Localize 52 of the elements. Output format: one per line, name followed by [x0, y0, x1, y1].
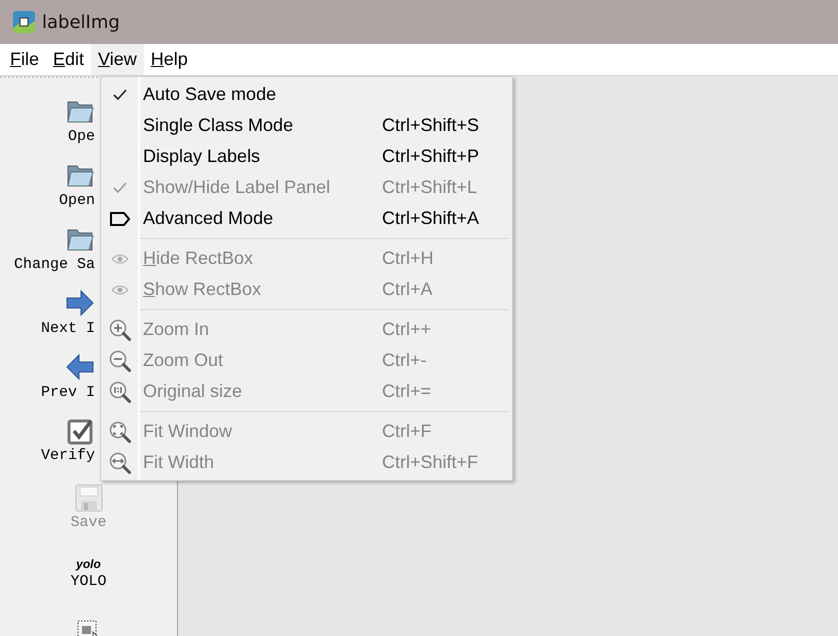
checkbox-icon	[67, 416, 95, 444]
menu-item[interactable]: Help	[144, 44, 195, 75]
zoom-out-icon	[108, 348, 132, 372]
actual-size-icon	[108, 380, 132, 404]
toolbar-button[interactable]: Change Sa	[14, 256, 95, 272]
shortcut-label: Ctrl+A	[382, 279, 434, 300]
shortcut-label: Ctrl+Shift+F	[382, 452, 480, 473]
menu-item-label: Display Labels	[142, 146, 262, 167]
toolbar-button[interactable]: Next I	[40, 320, 95, 336]
shortcut-label: Ctrl+=	[382, 381, 432, 402]
menu-item-label: Fit Window	[142, 421, 234, 442]
shortcut-label: Ctrl+F	[382, 421, 432, 442]
shortcut-label: Ctrl+Shift+L	[382, 177, 478, 198]
tag-shape-icon	[108, 210, 130, 226]
menu-item-label: Zoom Out	[142, 350, 224, 371]
shortcut-label: Ctrl+-	[382, 350, 428, 371]
menu-item-label: Show RectBox	[142, 279, 262, 300]
right-arrow-icon	[65, 288, 95, 318]
toolbar-button[interactable]: Prev I	[40, 384, 95, 400]
menu-item[interactable]: Single Class Mode Ctrl+Shift+S	[101, 110, 512, 141]
menu-item-label: Fit Width	[142, 452, 216, 473]
toolbar-button[interactable]: YOLO	[70, 572, 106, 590]
fit-width-icon	[108, 450, 132, 474]
shortcut-label: Ctrl++	[382, 319, 432, 340]
menu-item-label: Original size	[142, 381, 244, 402]
left-arrow-icon	[65, 352, 95, 382]
shortcut-label: Ctrl+Shift+A	[382, 208, 480, 229]
zoom-in-icon	[108, 318, 132, 342]
menu-item-label: Show/Hide Label Panel	[142, 177, 332, 198]
menu-item-label: Single Class Mode	[142, 115, 294, 136]
fit-window-icon	[108, 420, 132, 444]
shortcut-label: Ctrl+Shift+P	[382, 146, 480, 167]
menu-item[interactable]: Auto Save mode	[101, 79, 512, 110]
menu-item-label: Zoom In	[142, 319, 210, 340]
menu-item[interactable]: File	[3, 44, 46, 75]
menu-item[interactable]: Advanced Mode Ctrl+Shift+A	[101, 203, 512, 234]
menu-item[interactable]: Display Labels Ctrl+Shift+P	[101, 141, 512, 172]
window-title: labelImg	[42, 12, 120, 32]
app-logo-icon	[12, 10, 36, 34]
menu-item[interactable]: Edit	[46, 44, 92, 75]
menu-item[interactable]: View	[91, 44, 144, 75]
menu-item-label: Auto Save mode	[142, 84, 278, 105]
eye-icon	[110, 284, 128, 296]
shortcut-label: Ctrl+H	[382, 248, 435, 269]
toolbar-button[interactable]: Open	[58, 192, 95, 208]
menu-item-label: Advanced Mode	[142, 208, 274, 229]
toolbar-button[interactable]: Verify	[40, 446, 95, 464]
toolbar-button[interactable]: Ope	[68, 128, 95, 144]
menu-item-label: Hide RectBox	[142, 248, 254, 269]
shortcut-label: Ctrl+Shift+S	[382, 115, 480, 136]
format-icon: yolo	[76, 556, 101, 570]
eye-icon	[110, 252, 128, 264]
